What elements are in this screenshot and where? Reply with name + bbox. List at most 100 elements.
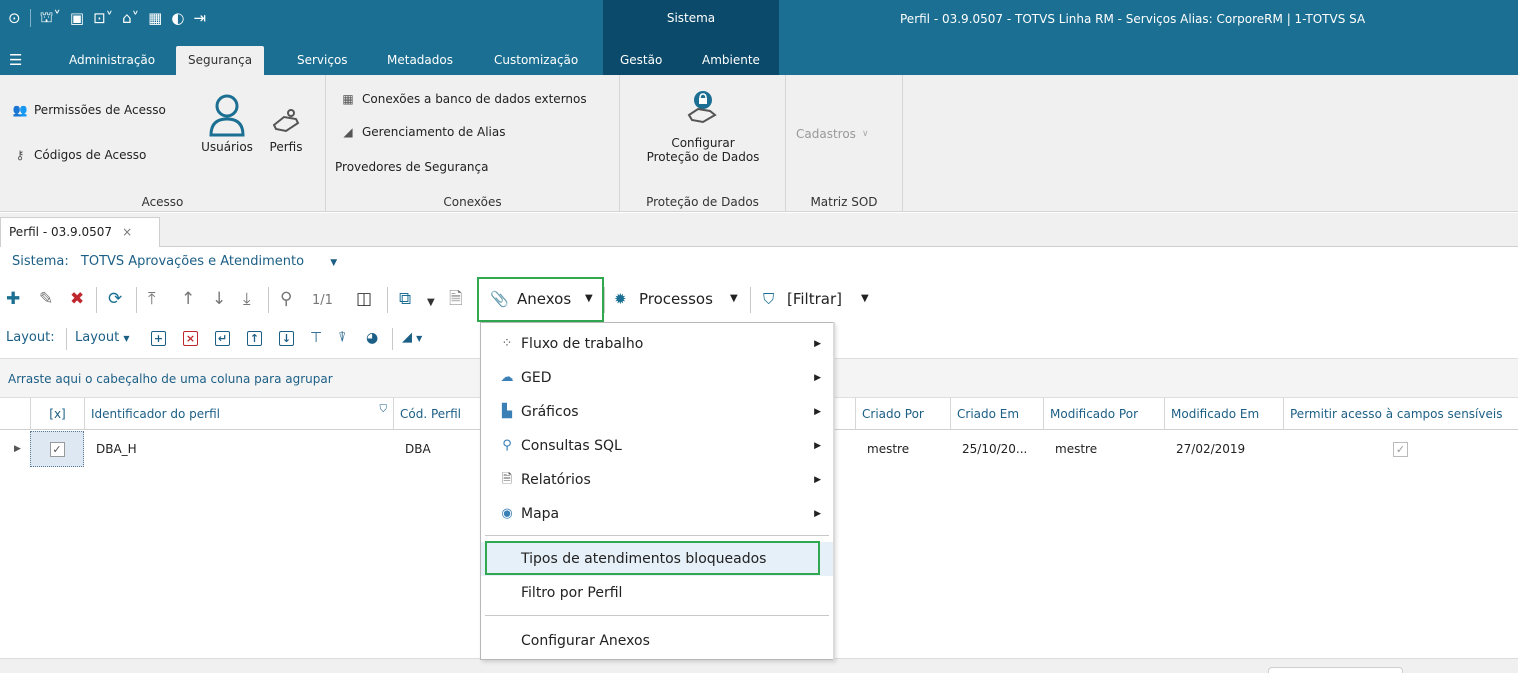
- pin-icon[interactable]: ⊤: [310, 330, 322, 346]
- sistema-selector[interactable]: Sistema: TOTVS Aprovações e Atendimento …: [0, 247, 1518, 277]
- tab-administracao[interactable]: Administração: [57, 46, 167, 75]
- menu-item-relatorios[interactable]: 🗎 Relatórios ▶: [481, 463, 833, 497]
- row-checkbox[interactable]: ✓: [30, 431, 84, 467]
- home-icon[interactable]: ⌂˅: [122, 9, 139, 27]
- remove-layout-icon[interactable]: ×: [183, 331, 198, 346]
- submenu-arrow-icon: ▶: [814, 407, 821, 417]
- prev-record-icon[interactable]: ↑: [181, 289, 195, 309]
- delete-icon[interactable]: ✖: [70, 289, 84, 309]
- key-icon: ⚷: [15, 148, 25, 162]
- document-icon[interactable]: 🗎: [449, 289, 463, 309]
- screen-icon[interactable]: ⊡˅: [93, 9, 113, 27]
- edit-icon[interactable]: ✎: [39, 289, 53, 309]
- footer-button[interactable]: [1268, 667, 1403, 673]
- first-record-icon[interactable]: ⤒: [148, 289, 156, 309]
- group-acesso-label: Acesso: [141, 195, 184, 209]
- save-layout-icon[interactable]: ↵: [215, 331, 230, 346]
- usuarios-button[interactable]: Usuários: [197, 93, 257, 154]
- menu-item-graficos[interactable]: ▙ Gráficos ▶: [481, 395, 833, 429]
- add-icon[interactable]: ✚: [6, 289, 20, 309]
- separator: [392, 328, 393, 350]
- caret-down-icon[interactable]: ▼: [427, 293, 435, 313]
- col-cod-perfil[interactable]: Cód. Perfil: [393, 398, 483, 430]
- menu-item-configurar-anexos[interactable]: Configurar Anexos: [481, 624, 833, 658]
- separator: [136, 287, 137, 313]
- exit-icon[interactable]: ⇥: [193, 9, 206, 27]
- add-layout-icon[interactable]: +: [151, 331, 166, 346]
- calc-icon[interactable]: ▦: [148, 9, 162, 27]
- cadastros-dropdown[interactable]: Cadastros ∨: [796, 127, 869, 141]
- unpin-icon[interactable]: ⍒: [338, 330, 346, 346]
- processos-dropdown-icon[interactable]: ▼: [730, 293, 738, 304]
- filtrar-button[interactable]: [Filtrar]: [787, 290, 842, 308]
- codigos-acesso-button[interactable]: ⚷ Códigos de Acesso: [12, 148, 147, 162]
- submenu-arrow-icon: ▶: [814, 475, 821, 485]
- col-modificado-por[interactable]: Modificado Por: [1043, 398, 1164, 430]
- menu-item-label: Consultas SQL: [521, 438, 622, 454]
- chart-icon: ▙: [502, 404, 512, 419]
- ged-icon: ☁: [500, 370, 514, 385]
- upload-layout-icon[interactable]: ↑: [247, 331, 262, 346]
- row-indicator-icon: ▶: [14, 444, 21, 454]
- perfis-button[interactable]: Perfis: [263, 107, 309, 154]
- org-icon[interactable]: ⛫˅: [40, 8, 61, 28]
- tab-metadados[interactable]: Metadados: [375, 46, 465, 75]
- search-icon[interactable]: ⚲: [280, 289, 292, 309]
- processos-button[interactable]: Processos: [639, 290, 713, 308]
- configurar-protecao-button[interactable]: Configurar Proteção de Dados: [620, 89, 786, 164]
- close-icon[interactable]: ×: [122, 225, 132, 239]
- col-criado-por[interactable]: Criado Por: [855, 398, 950, 430]
- next-record-icon[interactable]: ↓: [212, 289, 226, 309]
- group-acesso: 👥 Permissões de Acesso ⚷ Códigos de Aces…: [0, 75, 326, 212]
- col-identificador[interactable]: Identificador do perfil ⛉: [84, 398, 393, 430]
- doc-tab-perfil[interactable]: Perfil - 03.9.0507 ×: [0, 217, 160, 247]
- filtrar-dropdown-icon[interactable]: ▼: [861, 293, 869, 304]
- perfis-label: Perfis: [269, 140, 303, 154]
- col-campos-sensiveis[interactable]: Permitir acesso à campos sensíveis: [1283, 398, 1518, 430]
- last-record-icon[interactable]: ⤓: [243, 289, 251, 309]
- ribbon-menu-icon[interactable]: ☰: [9, 51, 23, 69]
- submenu-arrow-icon: ▶: [814, 373, 821, 383]
- menu-item-label: Relatórios: [521, 472, 591, 488]
- tab-servicos[interactable]: Serviços: [285, 46, 360, 75]
- tab-customizacao[interactable]: Customização: [482, 46, 590, 75]
- menu-item-fluxo-trabalho[interactable]: ⁘ Fluxo de trabalho ▶: [481, 327, 833, 361]
- col-modificado-em[interactable]: Modificado Em: [1164, 398, 1283, 430]
- tab-gestao[interactable]: Gestão: [608, 46, 674, 75]
- col-criado-em[interactable]: Criado Em: [950, 398, 1043, 430]
- menu-item-ged[interactable]: ☁ GED ▶: [481, 361, 833, 395]
- menu-item-mapa[interactable]: ◉ Mapa ▶: [481, 497, 833, 531]
- cell-modificado-em: 27/02/2019: [1176, 442, 1246, 456]
- alias-icon: ◢: [343, 125, 353, 139]
- checkmark-icon: ✓: [1393, 442, 1408, 457]
- menu-item-label: GED: [521, 370, 552, 386]
- color-icon[interactable]: ◕: [366, 330, 378, 346]
- cell-modificado-por: mestre: [1055, 442, 1098, 456]
- download-layout-icon[interactable]: ↓: [279, 331, 294, 346]
- ribbon-tabs: ☰ Administração Segurança Serviços Metad…: [0, 46, 1518, 75]
- cell-cod-perfil: DBA: [405, 442, 431, 456]
- title-bar: ⊙ ⛫˅ ▣ ⊡˅ ⌂˅ ▦ ◐ ⇥ Sistema Perfil - 03.9…: [0, 0, 1518, 46]
- cell-campos-sensiveis[interactable]: ✓: [1283, 431, 1518, 467]
- globe-icon[interactable]: ◐: [171, 9, 184, 27]
- col-select[interactable]: [x]: [30, 398, 84, 430]
- system-menu-icon[interactable]: ⊙: [8, 9, 21, 27]
- filter-icon[interactable]: ⛉: [380, 398, 388, 426]
- refresh-icon[interactable]: ⟳: [108, 289, 122, 309]
- columns-icon[interactable]: ◫: [356, 289, 372, 309]
- export-icon[interactable]: ⧉: [399, 289, 411, 309]
- menu-item-label: Configurar Anexos: [521, 633, 650, 649]
- window-icon[interactable]: ▣: [70, 9, 84, 27]
- tab-ambiente[interactable]: Ambiente: [690, 46, 772, 75]
- menu-item-filtro-perfil[interactable]: Filtro por Perfil: [481, 576, 833, 610]
- tab-seguranca[interactable]: Segurança: [176, 46, 265, 75]
- menu-item-consultas-sql[interactable]: ⚲ Consultas SQL ▶: [481, 429, 833, 463]
- page-counter: 1/1: [312, 293, 333, 308]
- permissoes-acesso-button[interactable]: 👥 Permissões de Acesso: [12, 103, 166, 117]
- chart-dropdown-icon[interactable]: ◢ ▼: [402, 330, 422, 345]
- gerenciamento-alias-button[interactable]: ◢ Gerenciamento de Alias: [340, 125, 505, 139]
- separator: [750, 287, 751, 313]
- provedores-seguranca-button[interactable]: Provedores de Segurança: [335, 160, 488, 174]
- conexoes-externos-button[interactable]: ▦ Conexões a banco de dados externos: [340, 92, 586, 106]
- layout-dropdown[interactable]: Layout ▼: [75, 330, 130, 345]
